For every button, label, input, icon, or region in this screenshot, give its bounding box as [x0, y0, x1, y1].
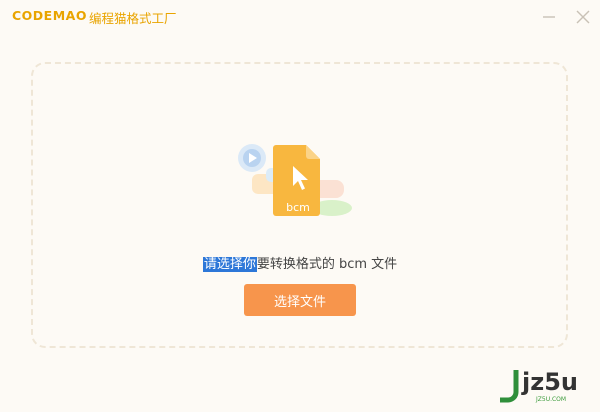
close-icon: [576, 10, 590, 24]
select-file-button[interactable]: 选择文件: [244, 284, 356, 316]
watermark-subtext: JZ5U.COM: [536, 396, 567, 403]
bcm-file-illustration: bcm: [238, 144, 352, 216]
watermark-text: jz5u: [522, 368, 578, 396]
brand-logo: CODEMAO: [12, 8, 87, 23]
hint-selected-text: 请选择你: [202, 257, 257, 272]
close-button[interactable]: [571, 5, 595, 29]
file-type-label: bcm: [286, 201, 310, 214]
app-subtitle: · 编程猫格式工厂: [81, 11, 177, 26]
site-watermark: jz5u JZ5U.COM: [498, 366, 594, 406]
play-icon: [238, 144, 266, 172]
minimize-icon: [543, 16, 555, 18]
hint-rest-text: 要转换格式的 bcm 文件: [256, 257, 398, 272]
title-bar: CODEMAO · 编程猫格式工厂: [0, 0, 600, 34]
minimize-button[interactable]: [537, 5, 561, 29]
hint-text: 请选择你要转换格式的 bcm 文件: [0, 253, 600, 272]
